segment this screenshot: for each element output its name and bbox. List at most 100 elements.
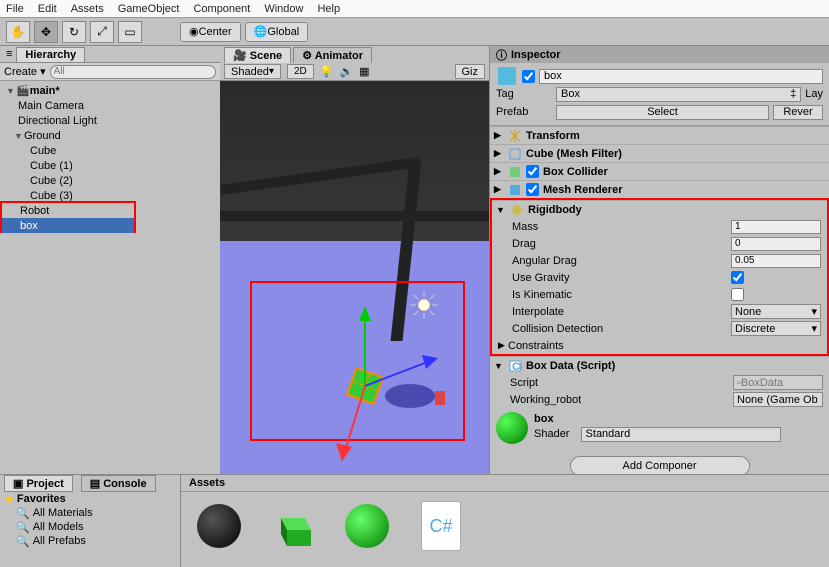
active-checkbox[interactable] — [522, 70, 535, 83]
renderer-icon — [508, 183, 522, 197]
asset-item[interactable] — [337, 496, 397, 556]
gravity-label: Use Gravity — [512, 272, 731, 284]
boxdata-header[interactable]: ▼C#Box Data (Script) — [490, 356, 829, 374]
tree-item-ground[interactable]: ▼Ground — [0, 128, 220, 143]
hierarchy-tab[interactable]: Hierarchy — [16, 47, 85, 62]
console-tab[interactable]: ▤ Console — [81, 475, 156, 492]
space-toggle[interactable]: 🌐 Global — [245, 22, 309, 42]
constraints-label[interactable]: Constraints — [508, 340, 821, 352]
angdrag-field[interactable] — [731, 254, 821, 268]
scene-root[interactable]: ▼🎬 main* — [0, 83, 220, 98]
tree-item[interactable]: Cube (2) — [0, 173, 220, 188]
script-label: Script — [510, 377, 733, 389]
asset-item[interactable] — [263, 496, 323, 556]
hierarchy-search[interactable] — [50, 65, 216, 79]
mesh-icon — [508, 147, 522, 161]
tree-item[interactable]: Cube — [0, 143, 220, 158]
inspector-tab[interactable]: Inspector — [511, 49, 561, 61]
asset-item[interactable]: C# — [411, 496, 471, 556]
menu-file[interactable]: File — [6, 3, 24, 15]
tree-item[interactable]: Main Camera — [0, 98, 220, 113]
rigidbody-icon — [510, 203, 524, 217]
drag-label: Drag — [512, 238, 731, 250]
workingrobot-label: Working_robot — [510, 394, 733, 406]
tag-dropdown[interactable]: Box‡ — [556, 87, 801, 102]
animator-tab[interactable]: ⚙ Animator — [293, 47, 372, 63]
collider-enable[interactable] — [526, 165, 539, 178]
scale-tool[interactable]: ⤢ — [90, 21, 114, 43]
interp-label: Interpolate — [512, 306, 731, 318]
scene-view[interactable] — [220, 81, 489, 474]
favorites-header[interactable]: Favorites — [17, 493, 66, 505]
transform-icon — [508, 129, 522, 143]
2d-toggle[interactable]: 2D — [287, 64, 314, 79]
workingrobot-field[interactable]: None (Game Ob — [733, 392, 823, 407]
toolbar: ✋ ✥ ↻ ⤢ ▭ ◉ Center 🌐 Global — [0, 18, 829, 46]
colldet-label: Collision Detection — [512, 323, 731, 335]
move-tool[interactable]: ✥ — [34, 21, 58, 43]
menu-help[interactable]: Help — [317, 3, 340, 15]
transform-header[interactable]: ▶Transform — [490, 126, 829, 144]
tag-label: Tag — [496, 88, 552, 100]
tree-item[interactable]: Directional Light — [0, 113, 220, 128]
shading-mode[interactable]: Shaded ▾ — [224, 64, 281, 79]
inspector-panel: ⓘInspector Tag Box‡ Lay Prefab Select Re… — [489, 46, 829, 474]
meshfilter-header[interactable]: ▶Cube (Mesh Filter) — [490, 144, 829, 162]
boxcollider-header[interactable]: ▶Box Collider — [490, 162, 829, 180]
rigidbody-header[interactable]: ▼Rigidbody — [492, 200, 827, 218]
gameobject-icon — [496, 65, 518, 87]
project-tab[interactable]: ▣ Project — [4, 475, 73, 492]
colldet-dropdown[interactable]: Discrete▾ — [731, 321, 821, 336]
tree-item[interactable]: Cube (1) — [0, 158, 220, 173]
menu-gameobject[interactable]: GameObject — [118, 3, 180, 15]
rect-tool[interactable]: ▭ — [118, 21, 142, 43]
tree-item-robot[interactable]: Robot — [2, 203, 134, 218]
create-dropdown[interactable]: Create ▾ — [4, 65, 46, 78]
selected-object-gizmo[interactable] — [280, 291, 460, 471]
object-name-field[interactable] — [539, 69, 823, 84]
script-field[interactable]: ▫BoxData — [733, 375, 823, 390]
audio-toggle-icon[interactable]: 🔊 — [339, 65, 353, 78]
search-icon: 🔍 — [16, 507, 30, 520]
hand-tool[interactable]: ✋ — [6, 21, 30, 43]
menu-edit[interactable]: Edit — [38, 3, 57, 15]
fav-item[interactable]: 🔍All Models — [0, 520, 180, 534]
light-toggle-icon[interactable]: 💡 — [320, 65, 334, 78]
layer-label: Lay — [805, 88, 823, 100]
assets-header[interactable]: Assets — [181, 475, 829, 492]
hierarchy-tab-bar: ≡ Hierarchy — [0, 46, 220, 63]
menu-component[interactable]: Component — [193, 3, 250, 15]
fav-item[interactable]: 🔍All Prefabs — [0, 534, 180, 548]
add-component-button[interactable]: Add Componer — [570, 456, 750, 474]
asset-grid: C# — [181, 492, 829, 560]
material-name: box — [534, 413, 781, 425]
fx-toggle-icon[interactable]: ▦ — [359, 65, 369, 78]
interp-dropdown[interactable]: None▾ — [731, 304, 821, 319]
star-icon: ★ — [4, 493, 14, 506]
prefab-revert[interactable]: Rever — [773, 105, 823, 120]
tree-item-box[interactable]: box — [2, 218, 134, 233]
drag-field[interactable] — [731, 237, 821, 251]
asset-item[interactable] — [189, 496, 249, 556]
material-header[interactable]: box Shader Standard — [490, 408, 829, 448]
pivot-toggle[interactable]: ◉ Center — [180, 22, 241, 42]
svg-text:C#: C# — [512, 361, 522, 373]
hierarchy-tree: ▼🎬 main* Main Camera Directional Light ▼… — [0, 81, 220, 474]
fav-item[interactable]: 🔍All Materials — [0, 506, 180, 520]
kinematic-checkbox[interactable] — [731, 288, 744, 301]
shader-label: Shader — [534, 428, 569, 440]
scene-tab[interactable]: 🎥 Scene — [224, 47, 291, 63]
hierarchy-icon: ≡ — [6, 48, 12, 60]
menu-window[interactable]: Window — [264, 3, 303, 15]
meshrenderer-header[interactable]: ▶Mesh Renderer — [490, 180, 829, 198]
renderer-enable[interactable] — [526, 183, 539, 196]
gizmos-dropdown[interactable]: Giz — [455, 64, 486, 79]
prefab-select[interactable]: Select — [556, 105, 769, 120]
menu-assets[interactable]: Assets — [71, 3, 104, 15]
angdrag-label: Angular Drag — [512, 255, 731, 267]
rotate-tool[interactable]: ↻ — [62, 21, 86, 43]
mass-field[interactable] — [731, 220, 821, 234]
prefab-label: Prefab — [496, 106, 552, 118]
gravity-checkbox[interactable] — [731, 271, 744, 284]
shader-dropdown[interactable]: Standard — [581, 427, 781, 442]
